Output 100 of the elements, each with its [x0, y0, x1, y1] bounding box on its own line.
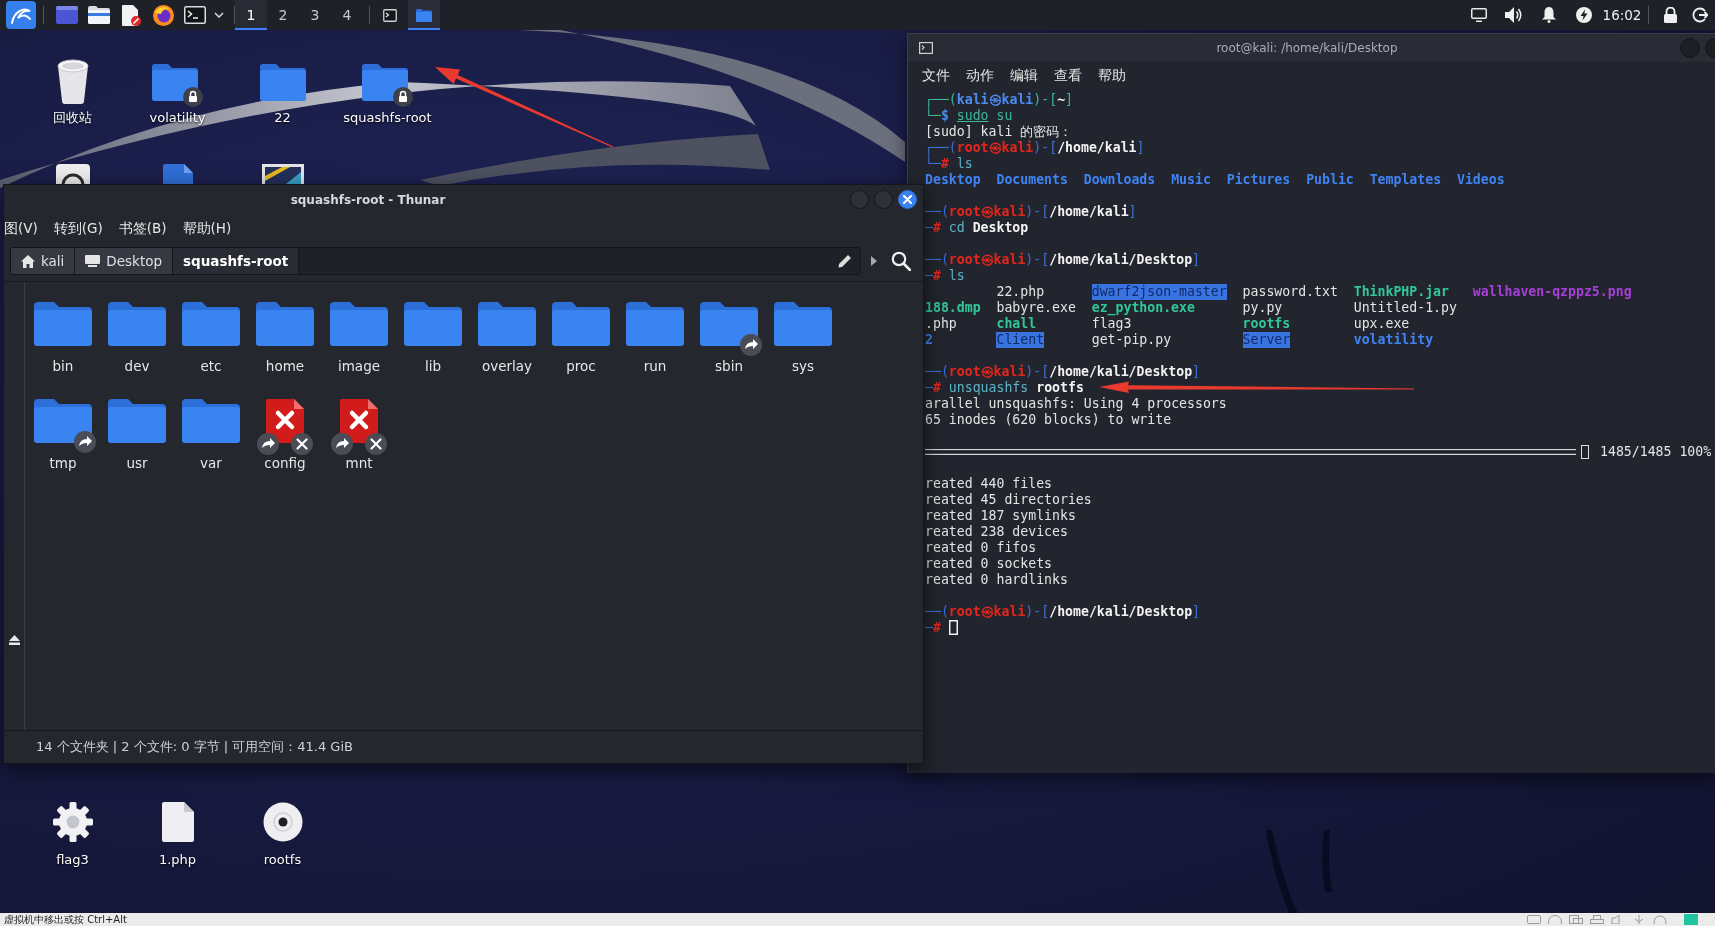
- file-name: Music: [1171, 171, 1211, 188]
- prompt-frame: )-[: [1033, 139, 1058, 156]
- desktop-icon-label[interactable]: flag3: [56, 852, 89, 868]
- monitor-icon: [85, 255, 101, 267]
- pencil-icon[interactable]: [838, 254, 852, 268]
- workspace-button[interactable]: 4: [331, 0, 363, 30]
- file-label[interactable]: config: [264, 454, 306, 472]
- close-button[interactable]: [898, 190, 917, 209]
- caret-icon[interactable]: [214, 12, 224, 18]
- file-label[interactable]: sys: [791, 357, 815, 375]
- output-text: arallel unsquashfs: Using 4 processors: [925, 395, 1227, 412]
- file-label[interactable]: var: [200, 454, 222, 472]
- file-label[interactable]: bin: [52, 357, 74, 375]
- logo-icon[interactable]: [6, 1, 36, 29]
- prompt-frame: ]: [1128, 203, 1137, 220]
- prompt-frame: ─: [925, 267, 933, 284]
- logout-icon[interactable]: [1692, 7, 1708, 23]
- volume-icon[interactable]: [1504, 7, 1523, 23]
- folder-icon: [416, 8, 432, 22]
- file-label[interactable]: image: [337, 357, 381, 375]
- desktop-icon-label[interactable]: 回收站: [53, 110, 92, 126]
- broken-file-icon[interactable]: [256, 399, 314, 455]
- terminal-icon: [383, 8, 397, 22]
- file-label[interactable]: overlay: [481, 357, 533, 375]
- tile-icon[interactable]: [55, 164, 90, 184]
- menu-item[interactable]: 书签(B): [110, 216, 175, 239]
- disc-icon[interactable]: [262, 802, 303, 842]
- file-label[interactable]: dev: [124, 357, 150, 375]
- file-name: ez_python.exe: [1091, 299, 1195, 316]
- menu-item[interactable]: 编辑: [1002, 63, 1046, 86]
- file-label[interactable]: mnt: [345, 454, 373, 472]
- file-icon[interactable]: [161, 802, 194, 842]
- prompt-user: root㉿kali: [948, 363, 1026, 380]
- file-label[interactable]: sbin: [715, 357, 743, 375]
- file-name: ThinkPHP.jar: [1353, 283, 1449, 300]
- terminal-icon[interactable]: [184, 6, 206, 24]
- gear-icon[interactable]: [52, 802, 93, 842]
- file-name: Downloads: [1083, 171, 1156, 188]
- document-icon[interactable]: [121, 4, 141, 26]
- prompt-symbol: #: [932, 219, 941, 236]
- file-label[interactable]: home: [265, 357, 305, 375]
- triangle-right-icon[interactable]: [871, 256, 877, 266]
- trash-icon[interactable]: [54, 58, 91, 104]
- menu-item[interactable]: 帮助: [1090, 63, 1134, 86]
- command: cd: [948, 219, 965, 236]
- file-label[interactable]: run: [643, 357, 667, 375]
- path-button[interactable]: kali: [11, 248, 76, 274]
- search-icon[interactable]: [891, 251, 911, 271]
- prompt-path: /home/kali/Desktop: [1049, 363, 1193, 380]
- eject-icon[interactable]: [8, 635, 20, 645]
- status-hint: 虚拟机中移出或按 Ctrl+Alt: [3, 913, 127, 926]
- menu-item[interactable]: 帮助(H): [174, 216, 240, 239]
- file-label[interactable]: usr: [126, 454, 148, 472]
- cursor-icon[interactable]: [948, 620, 958, 635]
- clock[interactable]: 16:02: [1601, 0, 1643, 30]
- menu-item[interactable]: 文件: [914, 63, 958, 86]
- bell-icon[interactable]: [1541, 7, 1556, 23]
- lock-icon[interactable]: [1663, 7, 1677, 23]
- prompt-frame: ]: [1192, 603, 1201, 620]
- file-name: 188.dmp: [925, 299, 981, 316]
- desktop-icon-label[interactable]: volatility: [149, 110, 206, 126]
- desktop-icon-label[interactable]: rootfs: [263, 852, 302, 868]
- output-text: reated 0 sockets: [925, 555, 1053, 572]
- file-label[interactable]: proc: [566, 357, 596, 375]
- folder-icon[interactable]: [88, 6, 110, 24]
- workspace-button[interactable]: 2: [267, 0, 299, 30]
- file-name: get-pip.py: [1091, 331, 1172, 348]
- document-icon[interactable]: [162, 164, 193, 184]
- file-label[interactable]: tmp: [49, 454, 77, 472]
- desktop-icon-label[interactable]: squashfs-root: [343, 110, 432, 126]
- menu-item[interactable]: 查看: [1046, 63, 1090, 86]
- file-name: Desktop: [925, 171, 981, 188]
- folder-icon[interactable]: [362, 64, 413, 107]
- prompt-path: ~: [1057, 91, 1066, 108]
- menu-item[interactable]: 图(V): [4, 216, 46, 239]
- prompt-frame: )-[: [1025, 251, 1050, 268]
- file-name: chall: [996, 315, 1037, 332]
- output-text: reated 238 devices: [925, 523, 1068, 540]
- broken-file-icon[interactable]: [330, 399, 388, 455]
- command-argument: rootfs: [1036, 379, 1084, 396]
- menu-item[interactable]: 动作: [958, 63, 1002, 86]
- command: ls: [956, 155, 973, 172]
- file-name: Untitled-1.py: [1353, 299, 1457, 316]
- globe-icon[interactable]: [152, 4, 174, 26]
- picture-icon[interactable]: [261, 164, 304, 184]
- workspace-button[interactable]: 3: [299, 0, 331, 30]
- file-name: 22.php: [996, 283, 1045, 300]
- file-name: rootfs: [1242, 315, 1291, 332]
- desktop-icon-label[interactable]: 22: [274, 110, 291, 126]
- path-button[interactable]: Desktop: [75, 248, 174, 274]
- display-icon[interactable]: [1470, 8, 1487, 22]
- workspace-button[interactable]: 1: [235, 0, 267, 30]
- bolt-icon[interactable]: [1575, 7, 1592, 23]
- path-bar[interactable]: kali Desktop squashfs-root: [10, 247, 861, 275]
- menu-item[interactable]: 转到(G): [45, 216, 111, 239]
- file-label[interactable]: lib: [424, 357, 442, 375]
- file-label[interactable]: etc: [200, 357, 222, 375]
- path-button[interactable]: squashfs-root: [173, 248, 300, 274]
- folder-icon[interactable]: [152, 64, 203, 107]
- desktop-icon-label[interactable]: 1.php: [158, 852, 197, 868]
